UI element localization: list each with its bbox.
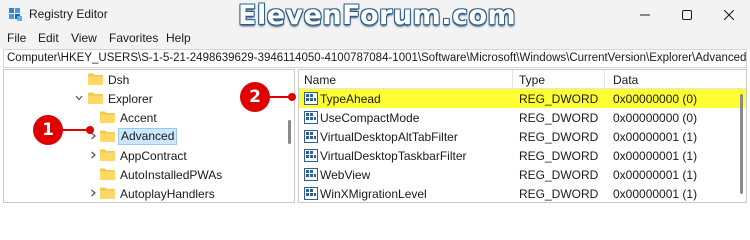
menu-help[interactable]: Help [166, 31, 191, 45]
value-list[interactable]: Name Type Data TypeAhead REG_DWORD 0x000… [298, 69, 747, 203]
list-row-typeahead[interactable]: TypeAhead REG_DWORD 0x00000000 (0) [299, 89, 746, 108]
list-row-usecompactmode[interactable]: UseCompactMode REG_DWORD 0x00000000 (0) [299, 108, 746, 127]
menu-bar: File Edit View Favorites Help [0, 29, 750, 49]
folder-icon [100, 111, 115, 123]
folder-icon [100, 149, 115, 161]
maximize-icon [682, 9, 692, 20]
value-name: UseCompactMode [320, 111, 420, 125]
value-type: REG_DWORD [519, 187, 599, 201]
list-scrollbar[interactable] [740, 94, 743, 194]
dword-value-icon [304, 187, 318, 200]
callout-2-arrow-tip [288, 93, 296, 101]
tree-item-label: Accent [120, 111, 157, 125]
dword-value-icon [304, 92, 318, 105]
menu-view[interactable]: View [71, 31, 97, 45]
chevron-down-icon[interactable] [74, 93, 84, 103]
folder-icon [100, 130, 115, 142]
column-data[interactable]: Data [613, 73, 638, 87]
value-name: TypeAhead [320, 92, 381, 106]
list-row-webview[interactable]: WebView REG_DWORD 0x00000001 (1) [299, 165, 746, 184]
value-data: 0x00000000 (0) [613, 92, 698, 106]
dword-value-icon [304, 149, 318, 162]
folder-icon [88, 73, 103, 85]
value-type: REG_DWORD [519, 168, 599, 182]
list-row-virtualdesktopalttabfilter[interactable]: VirtualDesktopAltTabFilter REG_DWORD 0x0… [299, 127, 746, 146]
minimize-button[interactable] [624, 0, 666, 29]
callout-1: 1 [33, 115, 63, 145]
close-icon [724, 9, 734, 20]
value-name: VirtualDesktopAltTabFilter [320, 130, 458, 144]
chevron-right-icon[interactable] [88, 150, 98, 160]
value-type: REG_DWORD [519, 111, 599, 125]
folder-icon [100, 187, 115, 199]
callout-1-arrow-tip [86, 126, 94, 134]
tree-item-label: AppContract [120, 149, 187, 163]
tree-item-label: Explorer [108, 92, 153, 106]
tree-item-label: AutoInstalledPWAs [120, 168, 223, 182]
chevron-right-icon[interactable] [88, 188, 98, 198]
value-data: 0x00000001 (1) [613, 187, 698, 201]
watermark: ElevenForum.com [238, 0, 517, 31]
folder-icon [88, 92, 103, 104]
address-path: Computer\HKEY_USERS\S-1-5-21-2498639629-… [7, 52, 747, 64]
registry-icon [9, 8, 22, 21]
callout-2: 2 [240, 82, 270, 112]
window-title: Registry Editor [29, 7, 108, 21]
column-divider[interactable] [604, 70, 605, 89]
dword-value-icon [304, 130, 318, 143]
menu-file[interactable]: File [7, 31, 26, 45]
value-name: WinXMigrationLevel [320, 187, 427, 201]
tree-item-label: AutoplayHandlers [120, 187, 215, 201]
folder-icon [100, 168, 115, 180]
tree-item-label-selected: Advanced [118, 128, 178, 145]
tree-item-label: Dsh [108, 73, 130, 87]
value-data: 0x00000000 (0) [613, 111, 698, 125]
menu-favorites[interactable]: Favorites [109, 31, 158, 45]
dword-value-icon [304, 111, 318, 124]
list-row-virtualdesktoptaskbarfilter[interactable]: VirtualDesktopTaskbarFilter REG_DWORD 0x… [299, 146, 746, 165]
value-type: REG_DWORD [519, 130, 599, 144]
value-name: VirtualDesktopTaskbarFilter [320, 149, 467, 163]
column-name[interactable]: Name [304, 73, 336, 87]
title-bar: Registry Editor ElevenForum.com [0, 0, 750, 31]
minimize-icon [640, 14, 650, 15]
dword-value-icon [304, 168, 318, 181]
value-data: 0x00000001 (1) [613, 168, 698, 182]
value-type: REG_DWORD [519, 92, 599, 106]
list-header: Name Type Data [299, 70, 746, 89]
value-data: 0x00000001 (1) [613, 130, 698, 144]
address-bar[interactable]: Computer\HKEY_USERS\S-1-5-21-2498639629-… [3, 49, 747, 68]
tree-item-autoinstalledpwas[interactable]: AutoInstalledPWAs [4, 165, 286, 184]
maximize-button[interactable] [666, 0, 708, 29]
value-type: REG_DWORD [519, 149, 599, 163]
value-data: 0x00000001 (1) [613, 149, 698, 163]
column-divider[interactable] [512, 70, 513, 89]
tree-scrollbar[interactable] [288, 120, 291, 144]
list-row-winxmigrationlevel[interactable]: WinXMigrationLevel REG_DWORD 0x00000001 … [299, 184, 746, 202]
tree-item-autoplayhandlers[interactable]: AutoplayHandlers [4, 184, 286, 202]
menu-edit[interactable]: Edit [38, 31, 59, 45]
column-type[interactable]: Type [519, 73, 545, 87]
close-button[interactable] [708, 0, 750, 29]
value-name: WebView [320, 168, 371, 182]
tree-item-appcontract[interactable]: AppContract [4, 146, 286, 165]
